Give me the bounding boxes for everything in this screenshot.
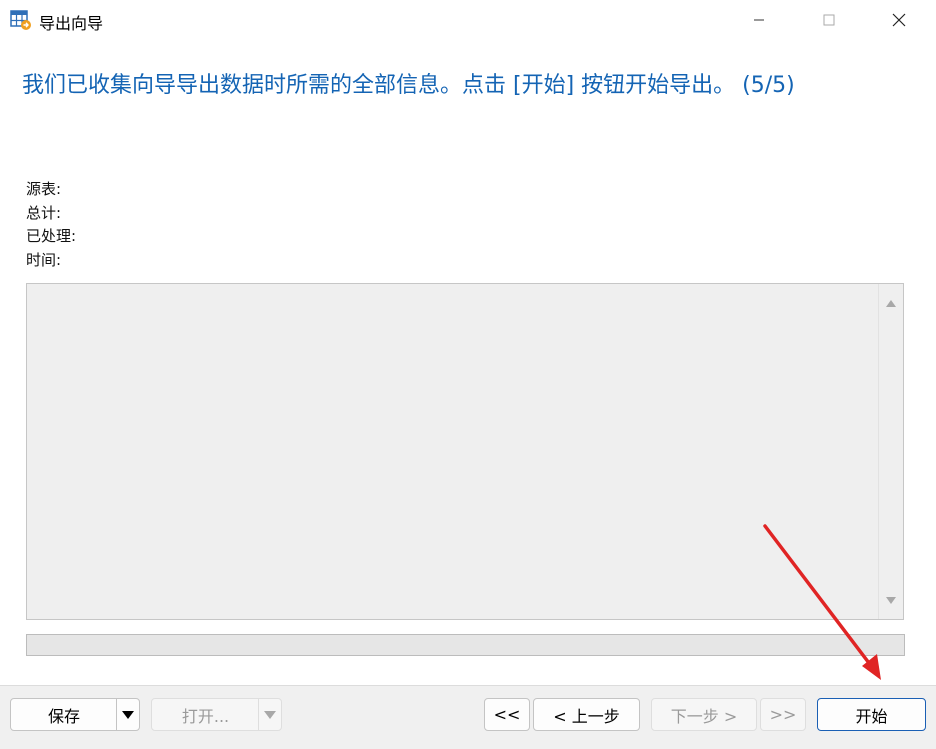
first-step-button[interactable]: << [484,698,530,731]
title-bar: 导出向导 [0,0,936,40]
scroll-down-arrow-icon[interactable] [885,591,897,610]
close-button[interactable] [876,0,922,40]
open-button-label: 打开... [181,706,230,726]
wizard-step-headline: 我们已收集向导导出数据时所需的全部信息。点击 [开始] 按钮开始导出。 (5/5… [22,73,795,98]
wizard-footer: 保存 打开... << < 上一步 下一步 > >> 开始 [0,685,936,749]
processed-label: 已处理: [26,227,77,245]
time-label: 时间: [26,250,62,269]
log-scrollbar[interactable] [878,284,903,619]
save-dropdown-arrow[interactable] [116,699,139,730]
maximize-button[interactable] [806,0,852,40]
maximize-icon [823,14,835,26]
export-log-box[interactable] [26,283,904,620]
minimize-button[interactable] [736,0,782,40]
save-button-label: 保存 [47,706,80,726]
previous-step-button[interactable]: < 上一步 [533,698,640,731]
chevron-down-icon [264,710,276,719]
open-dropdown-arrow[interactable] [258,699,281,730]
start-button[interactable]: 开始 [817,698,926,731]
chevron-down-icon [122,710,134,719]
minimize-icon [754,19,764,21]
scroll-up-arrow-icon[interactable] [885,293,897,312]
export-info: 源表: 总计: 已处理: 时间: [26,178,76,272]
total-label: 总计: [26,203,62,222]
last-step-button[interactable]: >> [760,698,806,731]
window-title: 导出向导 [39,14,104,33]
source-table-label: 源表: [26,180,62,198]
open-button[interactable]: 打开... [151,698,282,731]
table-export-icon [10,9,32,31]
next-step-button[interactable]: 下一步 > [651,698,757,731]
export-progress-bar [26,634,905,656]
close-icon [892,13,906,27]
save-button[interactable]: 保存 [10,698,140,731]
